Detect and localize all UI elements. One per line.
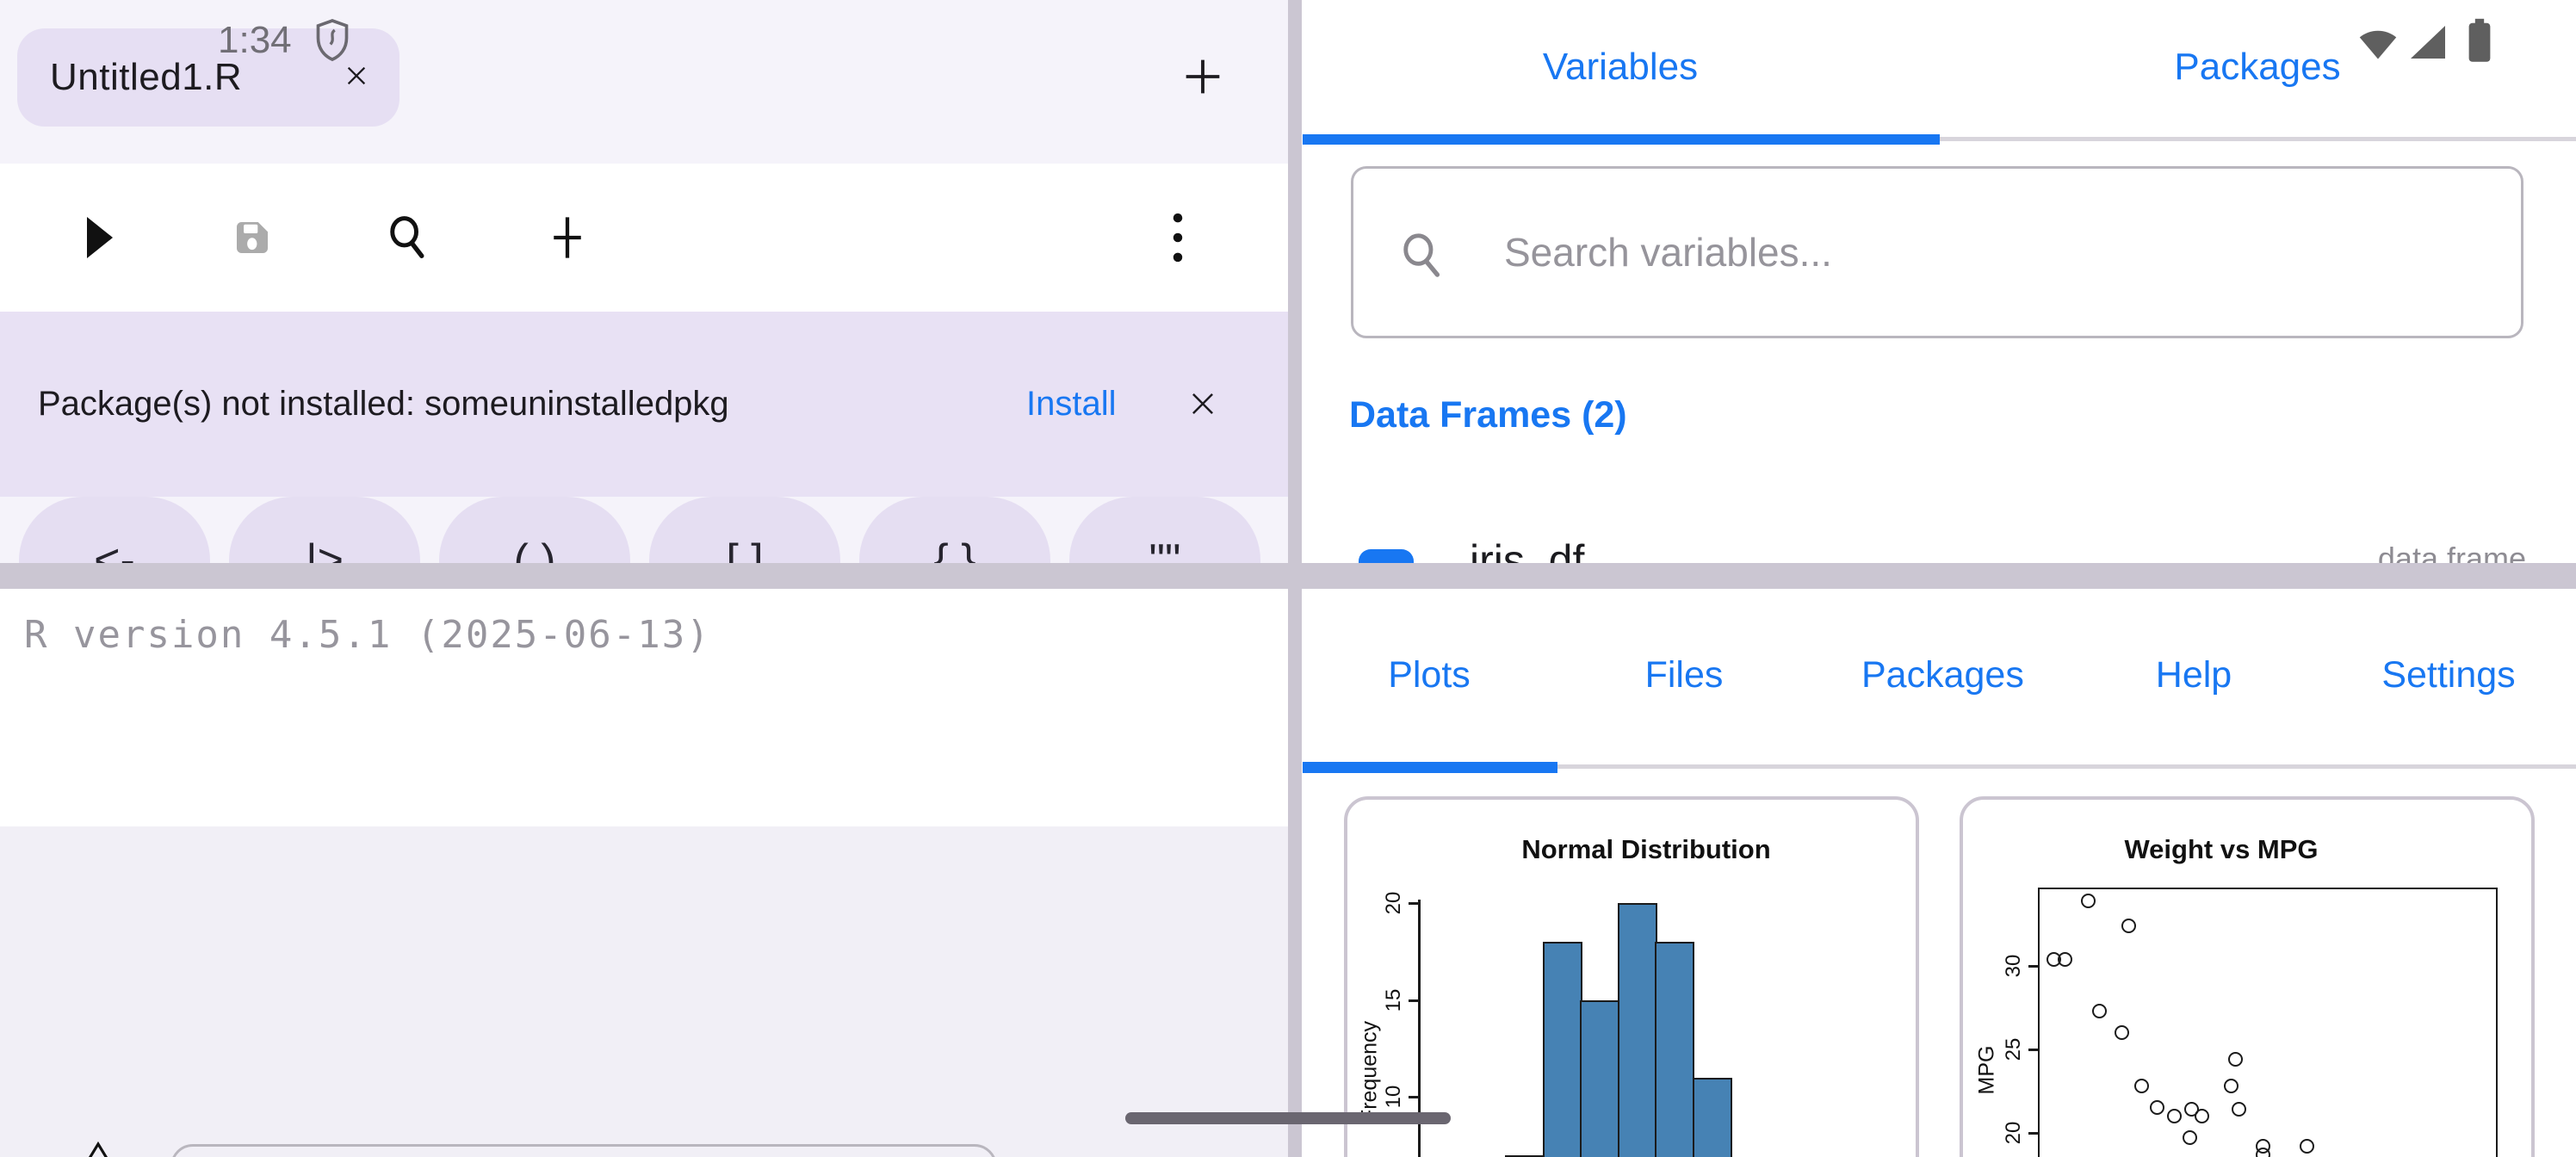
console-panel: R version 4.5.1 (2025-06-13) (0, 589, 1288, 1157)
scatter-point (2058, 952, 2072, 967)
histogram-y-tick (1409, 1096, 1418, 1098)
scatter-y-tick-label: 25 (2002, 1038, 2026, 1061)
console-banner-text: R version 4.5.1 (2025-06-13) (24, 613, 711, 657)
snippet-chips-row: <- |> ( ) [ ] { } "" (0, 497, 1288, 563)
notification-message: Package(s) not installed: someuninstalle… (38, 385, 729, 424)
variable-type: data.frame (2378, 541, 2526, 563)
save-button[interactable] (218, 164, 287, 312)
data-frames-header: Data Frames (2) (1349, 394, 1627, 436)
notification-close-icon[interactable] (1186, 387, 1219, 424)
app-root: Untitled1.R 1:34 (0, 0, 2576, 1157)
tab-help[interactable]: Help (2066, 589, 2321, 762)
install-button[interactable]: Install (1026, 385, 1117, 424)
histogram-y-tick-label: 15 (1382, 988, 1406, 1012)
scatter-y-tick (2028, 1132, 2038, 1135)
scatter-point (2121, 919, 2136, 933)
scatter-point (2167, 1109, 2182, 1123)
plot-card-histogram[interactable]: Normal Distribution Frequency 201510 (1344, 796, 1919, 1157)
scatter-point (2232, 1102, 2246, 1117)
variable-name: iris_df (1470, 535, 1584, 563)
scatter-plot-box (2038, 888, 2498, 1157)
history-up-icon[interactable] (82, 1140, 115, 1157)
variables-panel: Variables Packages (1302, 0, 2576, 563)
viewer-tab-divider-line (1557, 764, 2576, 769)
editor-add-button[interactable] (533, 164, 602, 312)
histogram-bar (1618, 903, 1657, 1157)
scatter-point (2134, 1079, 2149, 1093)
snippet-chip-brackets[interactable]: [ ] (649, 497, 840, 563)
histogram-y-tick-label: 10 (1382, 1086, 1406, 1109)
histogram-bar (1693, 1078, 1732, 1157)
battery-icon (2466, 17, 2493, 68)
histogram-bar (1655, 942, 1694, 1157)
selected-tab-indicator (1303, 134, 1940, 145)
histogram-bar (1543, 942, 1582, 1157)
tab-settings[interactable]: Settings (2321, 589, 2576, 762)
scatter-y-tick (2028, 1049, 2038, 1051)
editor-search-button[interactable] (373, 164, 442, 312)
scatter-plot-area: 30 25 20 (1963, 800, 2531, 1157)
histogram-bar (1580, 1000, 1619, 1157)
scatter-y-tick-label: 20 (2002, 1122, 2026, 1145)
variable-row-iris-df[interactable]: iris_df data.frame (1302, 530, 2576, 563)
variables-search-input[interactable] (1353, 169, 2521, 336)
data-frame-icon (1359, 549, 1414, 563)
histogram-y-tick (1409, 999, 1418, 1002)
histogram-y-tick-label: 20 (1382, 892, 1406, 915)
snippet-chip-parens[interactable]: ( ) (439, 497, 630, 563)
editor-tab-title: Untitled1.R (50, 56, 242, 99)
scatter-y-tick-label: 30 (2002, 955, 2026, 978)
r-code-input[interactable] (170, 1144, 997, 1157)
editor-toolbar (0, 164, 1288, 312)
package-notification: Package(s) not installed: someuninstalle… (0, 312, 1288, 497)
split-drag-handle[interactable] (1125, 1112, 1451, 1124)
snippet-chip-pipe[interactable]: |> (229, 497, 420, 563)
snippet-chip-assign[interactable]: <- (19, 497, 210, 563)
selected-viewer-tab-indicator (1303, 762, 1557, 773)
scatter-point (2092, 1004, 2107, 1018)
scatter-point (2115, 1025, 2129, 1040)
scatter-point (2300, 1139, 2314, 1154)
shield-icon (313, 15, 351, 68)
overflow-menu-icon[interactable] (1143, 164, 1212, 312)
console-input-area (0, 826, 1288, 1157)
status-time: 1:34 (218, 19, 292, 62)
snippet-chip-braces[interactable]: { } (859, 497, 1050, 563)
tab-packages-bottom[interactable]: Packages (1811, 589, 2066, 762)
histogram-y-tick (1409, 902, 1418, 905)
snippet-chip-quotes[interactable]: "" (1069, 497, 1260, 563)
cellular-signal-icon (2407, 22, 2449, 66)
wifi-icon (2356, 21, 2400, 68)
tab-files[interactable]: Files (1557, 589, 1811, 762)
tab-plots[interactable]: Plots (1302, 589, 1557, 762)
histogram-plot-area: 20 15 10 (1347, 800, 1916, 1157)
viewer-tab-row: Plots Files Packages Help Settings (1302, 589, 2576, 762)
tab-divider-line (1940, 137, 2576, 141)
tab-variables[interactable]: Variables (1302, 0, 1939, 134)
editor-panel: Untitled1.R 1:34 (0, 0, 1288, 563)
scatter-point (2195, 1109, 2209, 1123)
run-button[interactable] (65, 164, 133, 312)
plot-card-scatter[interactable]: Weight vs MPG MPG 302520 (1960, 796, 2535, 1157)
new-tab-button[interactable] (1178, 52, 1228, 102)
scatter-y-tick (2028, 965, 2038, 968)
viewer-panel: Plots Files Packages Help Settings Norma… (1302, 589, 2576, 1157)
